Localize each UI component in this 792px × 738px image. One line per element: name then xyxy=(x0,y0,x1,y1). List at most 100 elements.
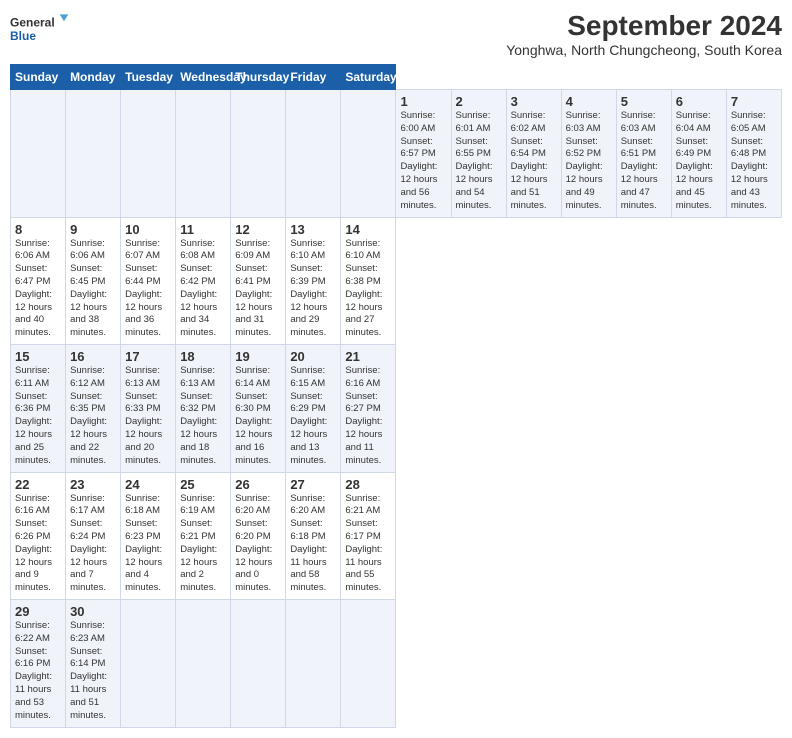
svg-text:General: General xyxy=(10,15,55,29)
calendar-cell: 9 Sunrise: 6:06 AMSunset: 6:45 PMDayligh… xyxy=(66,217,121,345)
header-monday: Monday xyxy=(66,65,121,90)
cell-info: Sunrise: 6:16 AMSunset: 6:26 PMDaylight:… xyxy=(15,493,61,596)
calendar-cell xyxy=(231,600,286,728)
calendar-cell: 25 Sunrise: 6:19 AMSunset: 6:21 PMDaylig… xyxy=(176,472,231,600)
calendar-cell: 10 Sunrise: 6:07 AMSunset: 6:44 PMDaylig… xyxy=(121,217,176,345)
calendar-cell xyxy=(341,90,396,218)
header-row: Sunday Monday Tuesday Wednesday Thursday… xyxy=(11,65,782,90)
cell-info: Sunrise: 6:02 AMSunset: 6:54 PMDaylight:… xyxy=(511,110,557,213)
day-number: 9 xyxy=(70,222,116,237)
calendar-cell xyxy=(121,90,176,218)
header-tuesday: Tuesday xyxy=(121,65,176,90)
calendar-table: Sunday Monday Tuesday Wednesday Thursday… xyxy=(10,64,782,728)
calendar-cell: 14 Sunrise: 6:10 AMSunset: 6:38 PMDaylig… xyxy=(341,217,396,345)
day-number: 3 xyxy=(511,94,557,109)
day-number: 5 xyxy=(621,94,667,109)
calendar-week-row: 8 Sunrise: 6:06 AMSunset: 6:47 PMDayligh… xyxy=(11,217,782,345)
day-number: 12 xyxy=(235,222,281,237)
calendar-cell xyxy=(231,90,286,218)
day-number: 14 xyxy=(345,222,391,237)
day-number: 25 xyxy=(180,477,226,492)
calendar-week-row: 22 Sunrise: 6:16 AMSunset: 6:26 PMDaylig… xyxy=(11,472,782,600)
cell-info: Sunrise: 6:03 AMSunset: 6:51 PMDaylight:… xyxy=(621,110,667,213)
calendar-cell: 11 Sunrise: 6:08 AMSunset: 6:42 PMDaylig… xyxy=(176,217,231,345)
day-number: 11 xyxy=(180,222,226,237)
day-number: 19 xyxy=(235,349,281,364)
month-year: September 2024 xyxy=(506,10,782,42)
header-sunday: Sunday xyxy=(11,65,66,90)
day-number: 16 xyxy=(70,349,116,364)
cell-info: Sunrise: 6:21 AMSunset: 6:17 PMDaylight:… xyxy=(345,493,391,596)
cell-info: Sunrise: 6:01 AMSunset: 6:55 PMDaylight:… xyxy=(456,110,502,213)
day-number: 21 xyxy=(345,349,391,364)
cell-info: Sunrise: 6:12 AMSunset: 6:35 PMDaylight:… xyxy=(70,365,116,468)
calendar-cell: 16 Sunrise: 6:12 AMSunset: 6:35 PMDaylig… xyxy=(66,345,121,473)
calendar-cell: 23 Sunrise: 6:17 AMSunset: 6:24 PMDaylig… xyxy=(66,472,121,600)
day-number: 1 xyxy=(400,94,446,109)
cell-info: Sunrise: 6:09 AMSunset: 6:41 PMDaylight:… xyxy=(235,238,281,341)
cell-info: Sunrise: 6:08 AMSunset: 6:42 PMDaylight:… xyxy=(180,238,226,341)
cell-info: Sunrise: 6:05 AMSunset: 6:48 PMDaylight:… xyxy=(731,110,777,213)
cell-info: Sunrise: 6:07 AMSunset: 6:44 PMDaylight:… xyxy=(125,238,171,341)
cell-info: Sunrise: 6:17 AMSunset: 6:24 PMDaylight:… xyxy=(70,493,116,596)
cell-info: Sunrise: 6:16 AMSunset: 6:27 PMDaylight:… xyxy=(345,365,391,468)
calendar-cell: 5 Sunrise: 6:03 AMSunset: 6:51 PMDayligh… xyxy=(616,90,671,218)
day-number: 10 xyxy=(125,222,171,237)
cell-info: Sunrise: 6:06 AMSunset: 6:47 PMDaylight:… xyxy=(15,238,61,341)
day-number: 20 xyxy=(290,349,336,364)
cell-info: Sunrise: 6:10 AMSunset: 6:38 PMDaylight:… xyxy=(345,238,391,341)
day-number: 8 xyxy=(15,222,61,237)
calendar-cell xyxy=(121,600,176,728)
calendar-cell: 4 Sunrise: 6:03 AMSunset: 6:52 PMDayligh… xyxy=(561,90,616,218)
cell-info: Sunrise: 6:11 AMSunset: 6:36 PMDaylight:… xyxy=(15,365,61,468)
calendar-cell xyxy=(66,90,121,218)
cell-info: Sunrise: 6:14 AMSunset: 6:30 PMDaylight:… xyxy=(235,365,281,468)
svg-text:Blue: Blue xyxy=(10,29,36,43)
cell-info: Sunrise: 6:00 AMSunset: 6:57 PMDaylight:… xyxy=(400,110,446,213)
header-wednesday: Wednesday xyxy=(176,65,231,90)
header-saturday: Saturday xyxy=(341,65,396,90)
calendar-cell: 18 Sunrise: 6:13 AMSunset: 6:32 PMDaylig… xyxy=(176,345,231,473)
calendar-week-row: 15 Sunrise: 6:11 AMSunset: 6:36 PMDaylig… xyxy=(11,345,782,473)
cell-info: Sunrise: 6:13 AMSunset: 6:32 PMDaylight:… xyxy=(180,365,226,468)
calendar-cell: 15 Sunrise: 6:11 AMSunset: 6:36 PMDaylig… xyxy=(11,345,66,473)
calendar-cell xyxy=(286,90,341,218)
day-number: 27 xyxy=(290,477,336,492)
calendar-cell: 26 Sunrise: 6:20 AMSunset: 6:20 PMDaylig… xyxy=(231,472,286,600)
calendar-cell xyxy=(176,90,231,218)
cell-info: Sunrise: 6:13 AMSunset: 6:33 PMDaylight:… xyxy=(125,365,171,468)
day-number: 13 xyxy=(290,222,336,237)
cell-info: Sunrise: 6:20 AMSunset: 6:20 PMDaylight:… xyxy=(235,493,281,596)
calendar-cell: 30 Sunrise: 6:23 AMSunset: 6:14 PMDaylig… xyxy=(66,600,121,728)
calendar-cell: 1 Sunrise: 6:00 AMSunset: 6:57 PMDayligh… xyxy=(396,90,451,218)
calendar-cell: 12 Sunrise: 6:09 AMSunset: 6:41 PMDaylig… xyxy=(231,217,286,345)
calendar-cell: 20 Sunrise: 6:15 AMSunset: 6:29 PMDaylig… xyxy=(286,345,341,473)
cell-info: Sunrise: 6:20 AMSunset: 6:18 PMDaylight:… xyxy=(290,493,336,596)
day-number: 26 xyxy=(235,477,281,492)
day-number: 2 xyxy=(456,94,502,109)
calendar-week-row: 29 Sunrise: 6:22 AMSunset: 6:16 PMDaylig… xyxy=(11,600,782,728)
calendar-cell: 29 Sunrise: 6:22 AMSunset: 6:16 PMDaylig… xyxy=(11,600,66,728)
day-number: 24 xyxy=(125,477,171,492)
cell-info: Sunrise: 6:03 AMSunset: 6:52 PMDaylight:… xyxy=(566,110,612,213)
calendar-cell xyxy=(286,600,341,728)
calendar-cell: 2 Sunrise: 6:01 AMSunset: 6:55 PMDayligh… xyxy=(451,90,506,218)
cell-info: Sunrise: 6:15 AMSunset: 6:29 PMDaylight:… xyxy=(290,365,336,468)
day-number: 23 xyxy=(70,477,116,492)
cell-info: Sunrise: 6:19 AMSunset: 6:21 PMDaylight:… xyxy=(180,493,226,596)
calendar-cell: 19 Sunrise: 6:14 AMSunset: 6:30 PMDaylig… xyxy=(231,345,286,473)
calendar-week-row: 1 Sunrise: 6:00 AMSunset: 6:57 PMDayligh… xyxy=(11,90,782,218)
cell-info: Sunrise: 6:10 AMSunset: 6:39 PMDaylight:… xyxy=(290,238,336,341)
header-thursday: Thursday xyxy=(231,65,286,90)
calendar-header: Sunday Monday Tuesday Wednesday Thursday… xyxy=(11,65,782,90)
calendar-cell: 24 Sunrise: 6:18 AMSunset: 6:23 PMDaylig… xyxy=(121,472,176,600)
logo: General Blue xyxy=(10,10,70,48)
cell-info: Sunrise: 6:22 AMSunset: 6:16 PMDaylight:… xyxy=(15,620,61,723)
calendar-cell: 13 Sunrise: 6:10 AMSunset: 6:39 PMDaylig… xyxy=(286,217,341,345)
cell-info: Sunrise: 6:18 AMSunset: 6:23 PMDaylight:… xyxy=(125,493,171,596)
calendar-cell: 17 Sunrise: 6:13 AMSunset: 6:33 PMDaylig… xyxy=(121,345,176,473)
calendar-cell: 3 Sunrise: 6:02 AMSunset: 6:54 PMDayligh… xyxy=(506,90,561,218)
day-number: 4 xyxy=(566,94,612,109)
calendar-cell xyxy=(11,90,66,218)
calendar-cell: 6 Sunrise: 6:04 AMSunset: 6:49 PMDayligh… xyxy=(671,90,726,218)
